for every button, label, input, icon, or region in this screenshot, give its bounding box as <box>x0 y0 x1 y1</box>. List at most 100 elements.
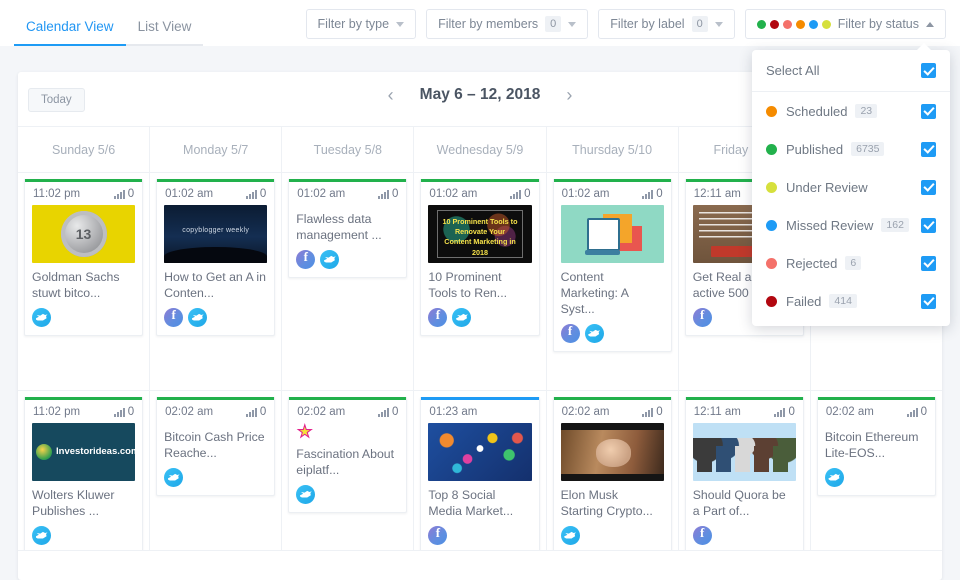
twitter-icon[interactable] <box>32 307 51 327</box>
post-card[interactable]: 01:02 am 0 Flawless data management ... <box>288 179 408 278</box>
post-meta: 02:02 am 0 <box>561 400 664 423</box>
status-option-checkbox[interactable] <box>921 179 936 195</box>
post-card[interactable]: 02:02 am 0 Bitcoin Cash Price Reache... <box>156 397 276 496</box>
post-card[interactable]: 02:02 am 0 Bitcoin Ethereum Lite-EOS... <box>816 397 936 496</box>
facebook-icon[interactable] <box>428 525 448 545</box>
status-option-checkbox[interactable] <box>921 103 936 119</box>
twitter-icon[interactable] <box>296 484 316 504</box>
facebook-icon[interactable] <box>164 307 184 327</box>
post-reach: 0 <box>113 406 134 418</box>
post-time: 11:02 pm <box>33 406 81 418</box>
signal-icon <box>245 407 257 417</box>
status-option-missed-review[interactable]: Missed Review 162 <box>752 206 950 244</box>
select-all-label: Select All <box>766 63 820 78</box>
tab-calendar-view[interactable]: Calendar View <box>14 19 126 46</box>
twitter-icon[interactable] <box>560 525 580 545</box>
calendar-cell[interactable]: 02:02 am 0 Bitcoin Cash Price Reache... <box>150 391 283 551</box>
filter-by-label-button[interactable]: Filter by label 0 <box>598 9 735 39</box>
post-reach-count: 0 <box>259 406 267 418</box>
filter-by-members-button[interactable]: Filter by members 0 <box>426 9 589 39</box>
day-header-1: Monday 5/7 <box>150 127 283 172</box>
twitter-icon[interactable] <box>320 249 340 269</box>
facebook-icon[interactable] <box>428 307 448 327</box>
calendar-cell[interactable]: 01:02 am 0 Flawless data management ... <box>282 173 415 391</box>
post-social-icons <box>692 525 796 545</box>
post-reach: 0 <box>774 406 795 418</box>
status-option-count: 162 <box>881 218 909 232</box>
twitter-icon[interactable] <box>824 467 844 487</box>
calendar-cell[interactable]: 01:23 am Top 8 Social Media Market... <box>414 391 547 551</box>
calendar-cell[interactable]: 02:02 am 0 Bitcoin Ethereum Lite-EOS... <box>810 391 942 551</box>
facebook-icon[interactable] <box>296 249 316 269</box>
twitter-icon[interactable] <box>188 307 208 327</box>
status-option-label: Rejected <box>786 255 838 271</box>
status-option-checkbox[interactable] <box>921 293 936 309</box>
post-title: How to Get an A in Conten... <box>164 270 266 300</box>
calendar-cell[interactable]: 01:02 am 0 Content Marketing: A Syst... <box>546 173 679 391</box>
calendar-cell[interactable]: 02:02 am 0 Elon Musk Starting Crypto... <box>546 391 679 551</box>
twitter-icon[interactable] <box>164 467 184 487</box>
status-option-published[interactable]: Published 6735 <box>752 130 950 168</box>
previous-week-button[interactable]: ‹ <box>388 86 394 104</box>
post-reach-count: 0 <box>392 188 399 200</box>
calendar-cell[interactable]: 01:02 am 0 10 Prominent Tools to Ren... <box>414 173 547 391</box>
signal-icon <box>378 189 390 199</box>
calendar-cell[interactable]: 11:02 pm 0 Goldman Sachs stuwt bitco... <box>18 173 151 391</box>
status-option-checkbox[interactable] <box>921 141 936 157</box>
signal-icon <box>774 407 786 417</box>
post-social-icons <box>32 525 135 545</box>
status-option-label: Scheduled <box>786 103 848 119</box>
filter-by-type-button[interactable]: Filter by type <box>305 9 417 39</box>
status-option-rejected[interactable]: Rejected 6 <box>752 244 950 282</box>
post-time: 01:02 am <box>297 188 346 200</box>
post-social-icons <box>824 467 928 487</box>
post-card[interactable]: 12:11 am 0 Should Quora be a Part of... <box>684 397 804 550</box>
status-option-failed[interactable]: Failed 414 <box>752 282 950 320</box>
post-reach-count: 0 <box>656 188 663 200</box>
calendar-cell[interactable]: 11:02 pm 0 Wolters Kluwer Publishes ... <box>18 391 151 551</box>
status-dot <box>795 19 805 29</box>
status-option-checkbox[interactable] <box>921 255 936 271</box>
post-time: 12:11 am <box>693 406 741 418</box>
filter-by-label-count: 0 <box>691 15 708 33</box>
post-card[interactable]: 01:02 am 0 How to Get an A in Conten... <box>156 179 276 336</box>
post-card[interactable]: 02:02 am 0 Fascination About eiplatf... <box>288 397 408 513</box>
status-option-label: Missed Review <box>786 217 874 233</box>
twitter-icon[interactable] <box>452 307 472 327</box>
facebook-icon[interactable] <box>560 323 580 343</box>
status-filter-dropdown: Select All Scheduled 23 Published 6735 Under… <box>752 43 950 326</box>
post-card[interactable]: 02:02 am 0 Elon Musk Starting Crypto... <box>552 397 672 550</box>
filter-by-label-label: Filter by label <box>610 17 685 31</box>
filter-by-status-button[interactable]: Filter by status <box>744 9 946 39</box>
post-card[interactable]: 11:02 pm 0 Goldman Sachs stuwt bitco... <box>24 179 144 336</box>
next-week-button[interactable]: › <box>566 86 572 104</box>
status-option-under-review[interactable]: Under Review <box>752 168 950 206</box>
post-card[interactable]: 11:02 pm 0 Wolters Kluwer Publishes ... <box>24 397 144 550</box>
calendar-cell[interactable]: 02:02 am 0 Fascination About eiplatf... <box>282 391 415 551</box>
twitter-icon[interactable] <box>584 323 604 343</box>
post-card[interactable]: 01:02 am 0 10 Prominent Tools to Ren... <box>420 179 540 336</box>
post-meta: 01:23 am <box>428 400 531 423</box>
status-option-count: 6 <box>845 256 862 270</box>
status-option-checkbox[interactable] <box>921 217 936 233</box>
tab-list-view[interactable]: List View <box>125 19 204 46</box>
calendar-cell[interactable]: 01:02 am 0 How to Get an A in Conten... <box>150 173 283 391</box>
star-icon <box>296 423 313 439</box>
select-all-checkbox[interactable] <box>921 63 936 78</box>
signal-icon <box>642 189 654 199</box>
date-range-title: May 6 – 12, 2018 <box>419 86 541 103</box>
facebook-icon[interactable] <box>692 307 712 327</box>
twitter-icon[interactable] <box>32 525 51 545</box>
post-card[interactable]: 01:02 am 0 Content Marketing: A Syst... <box>552 179 672 352</box>
calendar-cell[interactable]: 12:11 am 0 Should Quora be a Part of... <box>678 391 811 551</box>
status-option-scheduled[interactable]: Scheduled 23 <box>752 92 950 130</box>
post-social-icons <box>296 484 399 504</box>
status-select-all-row[interactable]: Select All <box>752 50 950 92</box>
post-card[interactable]: 01:23 am Top 8 Social Media Market... <box>420 397 540 550</box>
post-reach-count: 0 <box>788 406 795 418</box>
facebook-icon[interactable] <box>692 525 712 545</box>
post-thumbnail <box>560 423 664 481</box>
post-title: Goldman Sachs stuwt bitco... <box>32 270 120 300</box>
calendar-row: 11:02 pm 0 Wolters Kluwer Publishes ... 02:… <box>18 391 942 551</box>
status-option-count: 23 <box>855 104 878 118</box>
